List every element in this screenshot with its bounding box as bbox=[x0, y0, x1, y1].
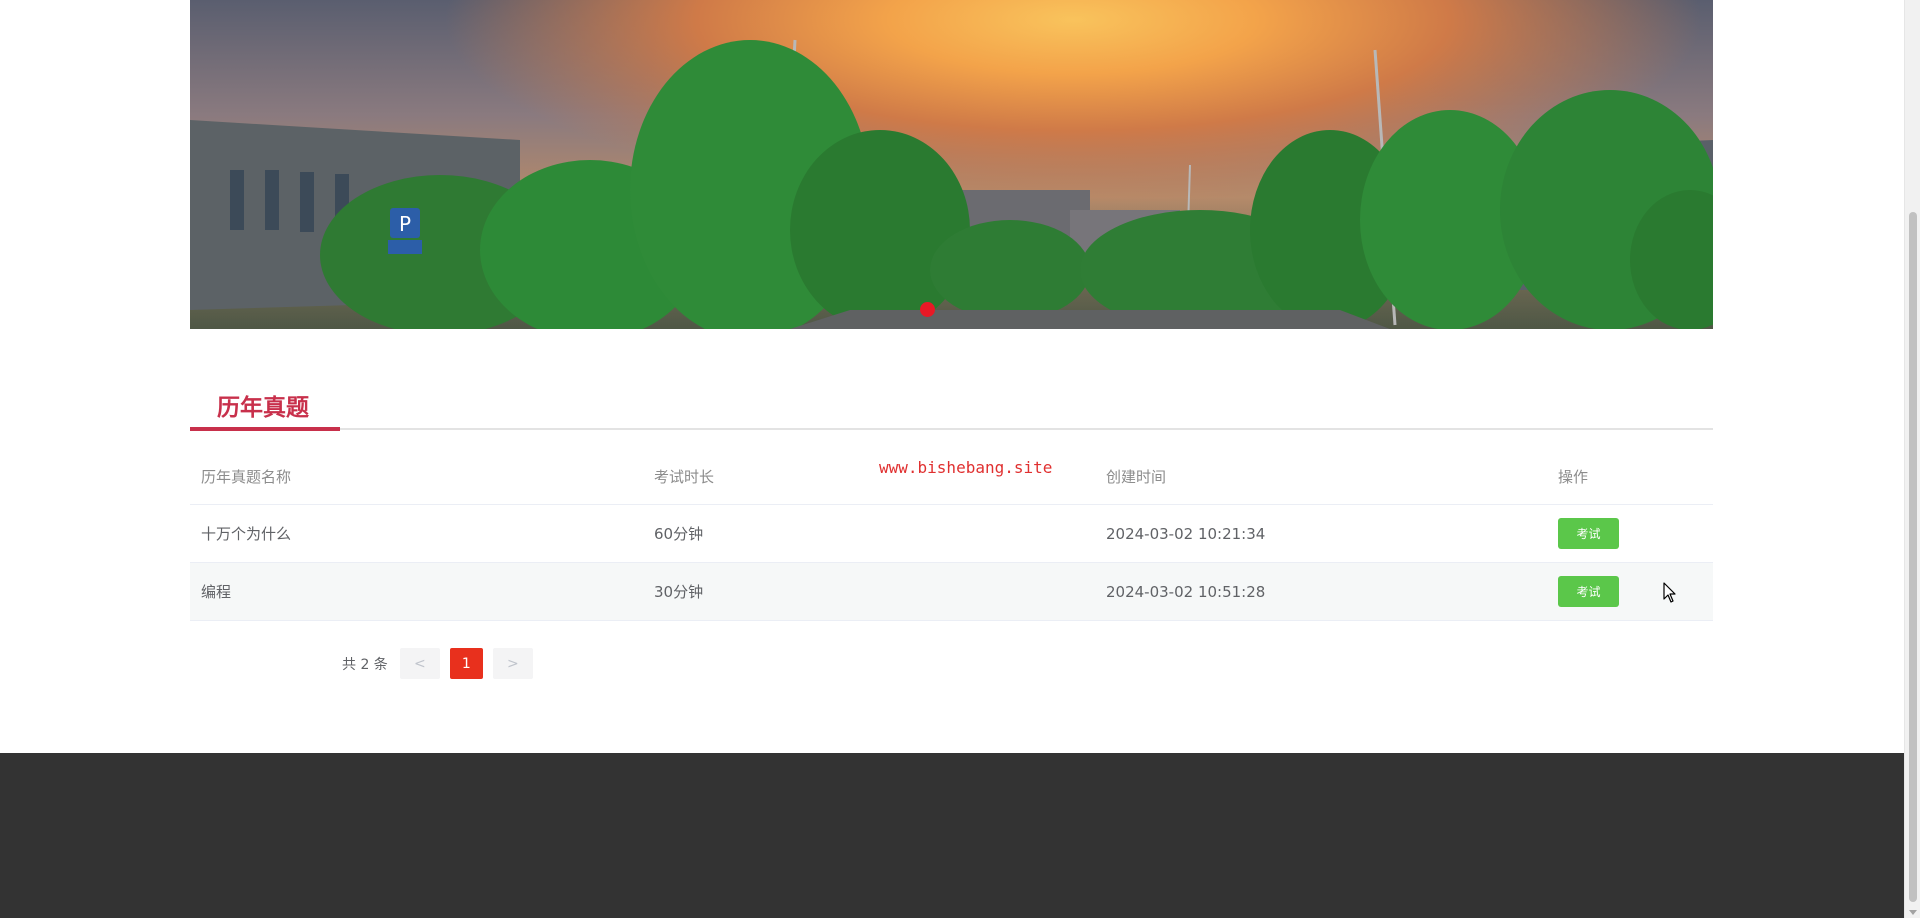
carousel-indicator-dot[interactable] bbox=[920, 302, 935, 317]
vertical-scrollbar[interactable] bbox=[1904, 0, 1920, 918]
pagination-page-1[interactable]: 1 bbox=[449, 648, 483, 679]
table-header-row: 历年真题名称 考试时长 创建时间 操作 bbox=[190, 449, 1713, 505]
exam-created-cell: 2024-03-02 10:51:28 bbox=[1106, 582, 1266, 601]
scrollbar-thumb[interactable] bbox=[1909, 212, 1917, 902]
column-header-duration: 考试时长 bbox=[654, 468, 715, 486]
exam-name-cell: 十万个为什么 bbox=[201, 525, 292, 543]
exam-created-cell: 2024-03-02 10:21:34 bbox=[1106, 524, 1266, 543]
mouse-pointer-icon bbox=[1663, 582, 1676, 603]
scroll-down-arrow-icon[interactable] bbox=[1909, 910, 1917, 915]
section-title: 历年真题 bbox=[217, 395, 309, 421]
pagination-total: 共 2 条 bbox=[342, 656, 388, 673]
table-row: 十万个为什么 60分钟 2024-03-02 10:21:34 考试 bbox=[190, 505, 1713, 563]
exam-name-cell: 编程 bbox=[201, 583, 232, 601]
section-title-underline bbox=[190, 427, 340, 431]
column-header-action: 操作 bbox=[1558, 468, 1589, 486]
exam-action-cell: 考试 bbox=[1558, 505, 1619, 562]
pagination: 共 2 条 < 1 > bbox=[342, 648, 543, 679]
exam-action-cell: 考试 bbox=[1558, 563, 1619, 620]
exam-duration-cell: 30分钟 bbox=[654, 583, 704, 601]
banner-image: P bbox=[190, 39, 1713, 329]
exam-duration-cell: 60分钟 bbox=[654, 525, 704, 543]
hero-banner: P bbox=[190, 0, 1713, 329]
start-exam-button[interactable]: 考试 bbox=[1558, 576, 1619, 607]
section-header: 历年真题 bbox=[190, 380, 1713, 431]
page-footer bbox=[0, 753, 1904, 918]
pagination-next-button[interactable]: > bbox=[492, 648, 533, 679]
pagination-prev-button[interactable]: < bbox=[399, 648, 440, 679]
column-header-created: 创建时间 bbox=[1106, 468, 1167, 486]
table-row: 编程 30分钟 2024-03-02 10:51:28 考试 bbox=[190, 563, 1713, 621]
column-header-name: 历年真题名称 bbox=[201, 468, 292, 486]
svg-text:P: P bbox=[399, 212, 411, 236]
start-exam-button[interactable]: 考试 bbox=[1558, 518, 1619, 549]
past-exams-table: 历年真题名称 考试时长 创建时间 操作 十万个为什么 60分钟 2024-03-… bbox=[190, 449, 1713, 621]
